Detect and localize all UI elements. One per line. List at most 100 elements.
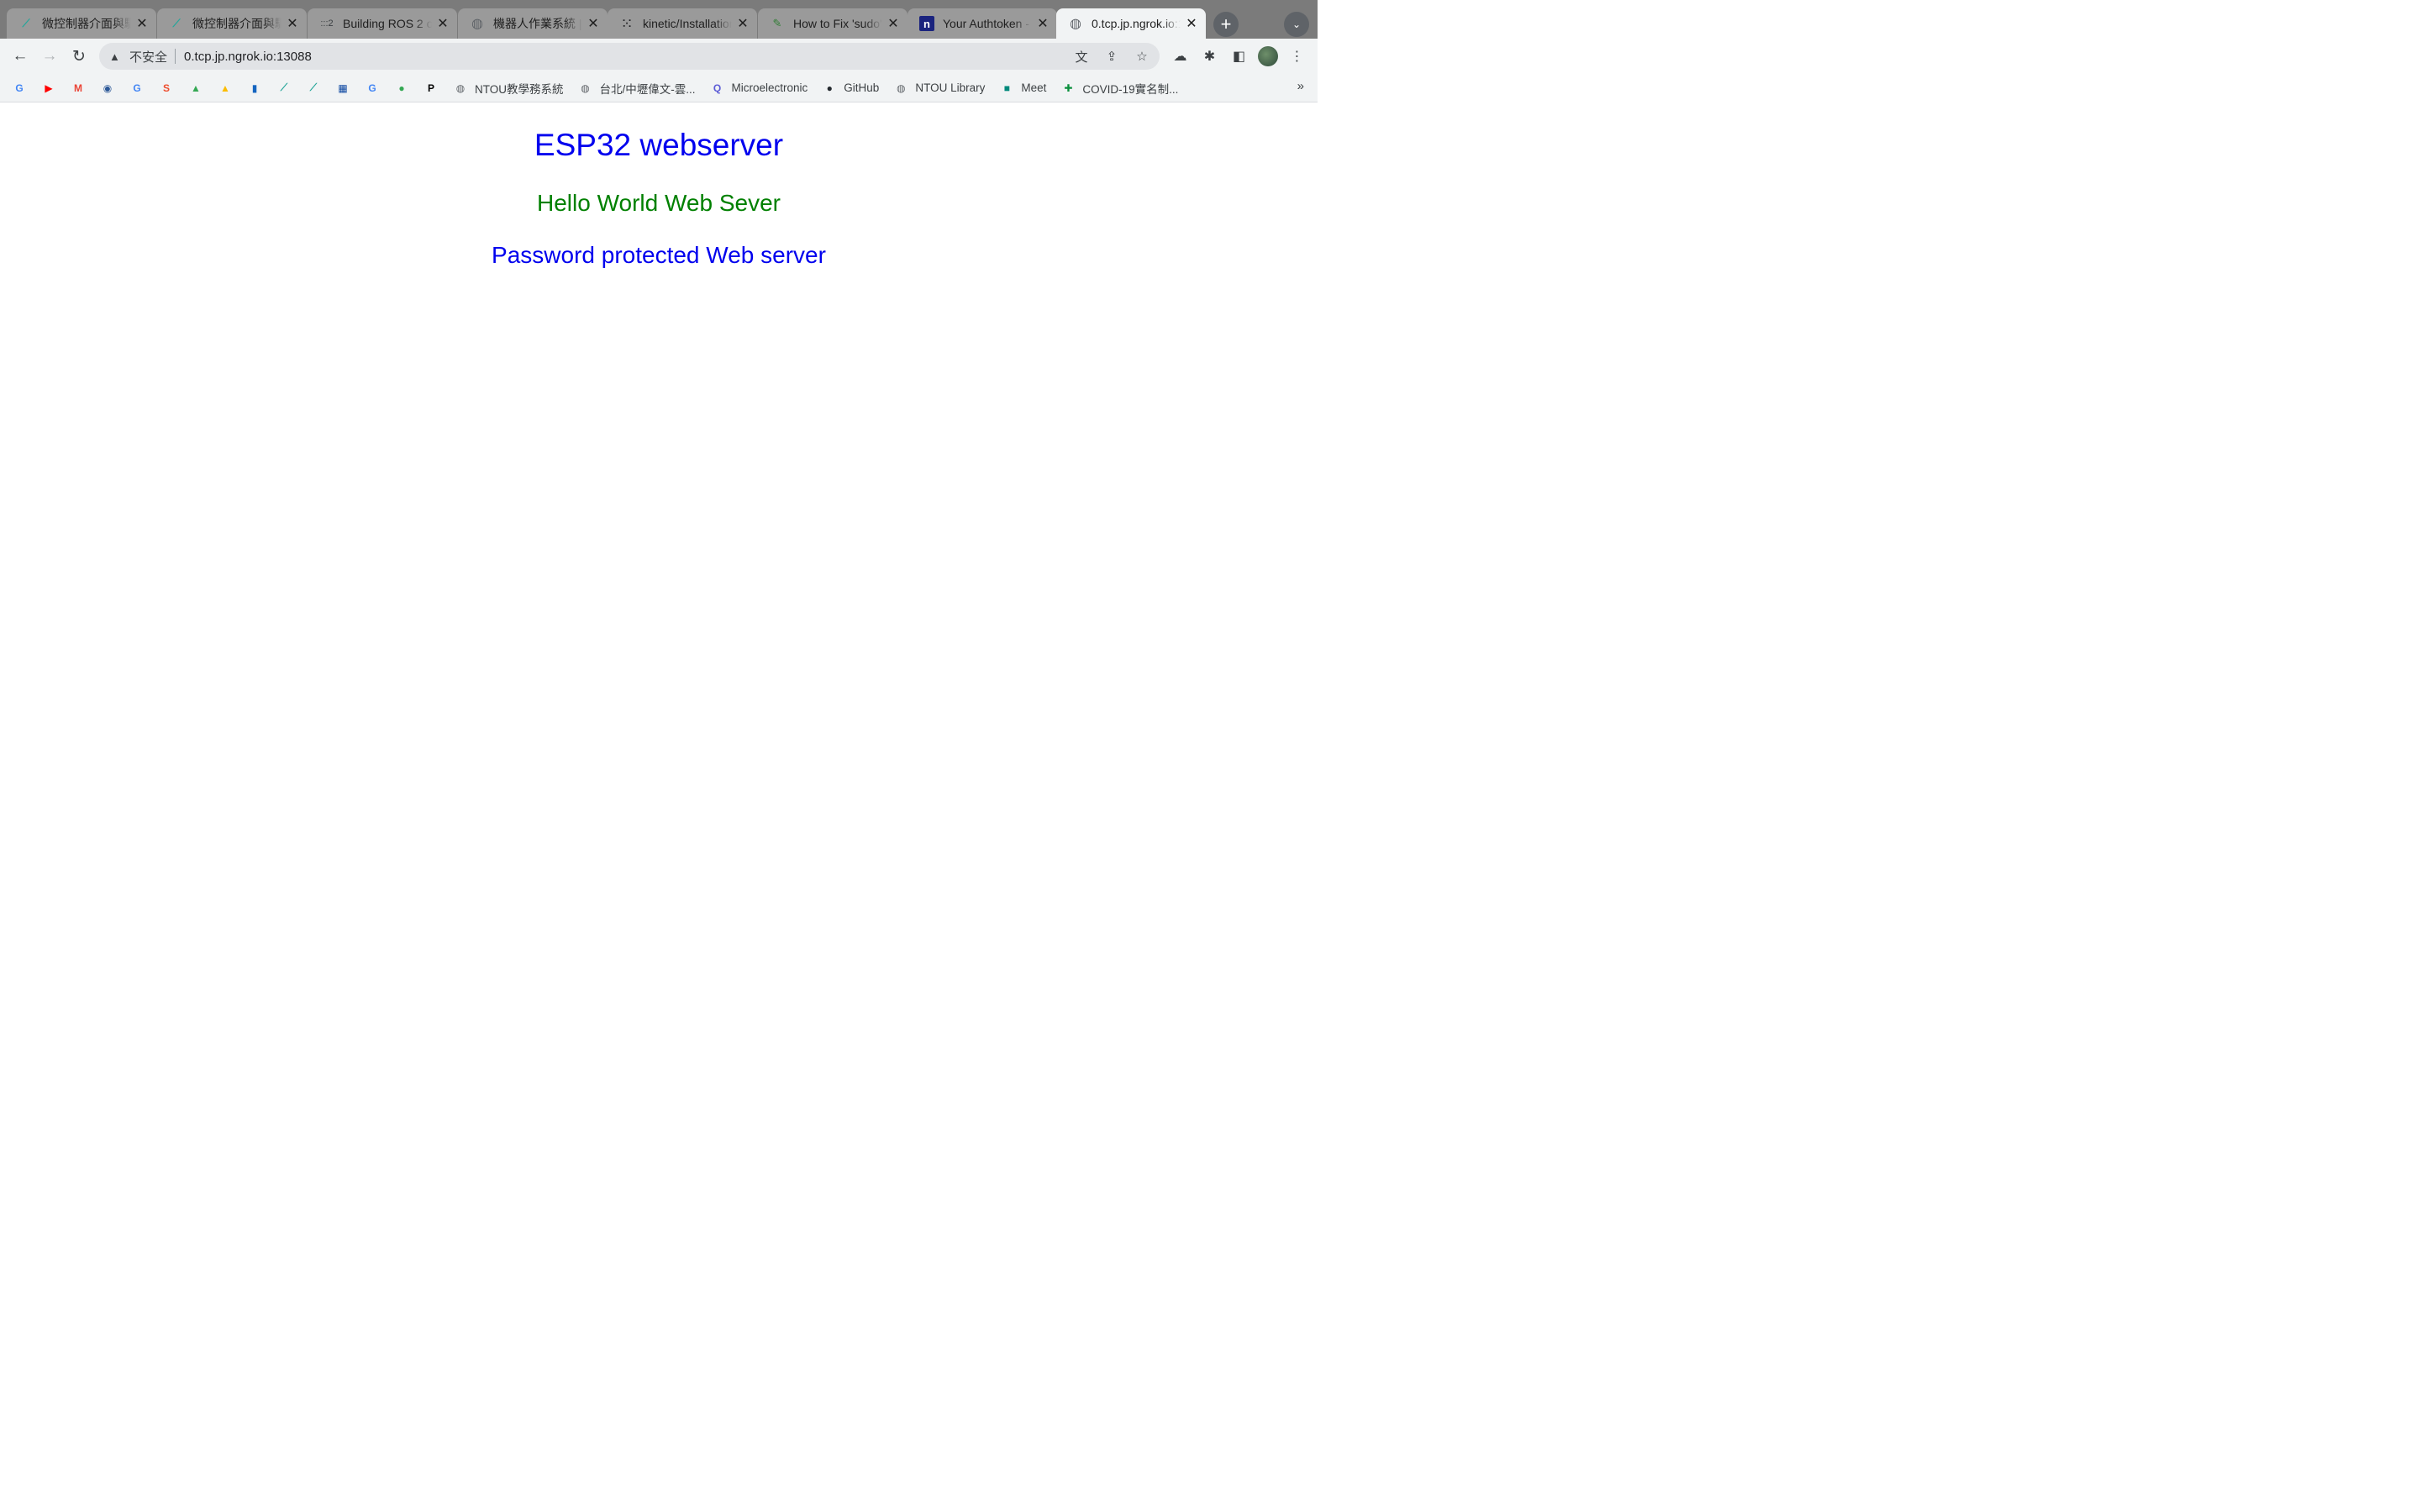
back-button[interactable]: ←	[8, 45, 32, 68]
tab-title: 機器人作業系統 | R	[493, 17, 582, 30]
bookmark-item[interactable]: ◍ NTOU Library	[893, 77, 985, 99]
shopee-icon: S	[162, 81, 170, 94]
tab-title: 0.tcp.jp.ngrok.io:13088	[1092, 17, 1181, 30]
bookmark-star-icon[interactable]: ☆	[1133, 47, 1151, 66]
bookmark-item[interactable]: ◉	[100, 77, 115, 99]
security-label[interactable]: 不安全	[129, 48, 167, 66]
bookmark-item[interactable]: ▶	[41, 77, 56, 99]
building-icon: ▦	[338, 81, 348, 94]
close-icon[interactable]: ✕	[285, 16, 300, 31]
tab-search-button[interactable]: ⌄	[1284, 12, 1309, 37]
menu-kebab-icon[interactable]: ⋮	[1286, 45, 1307, 68]
tab[interactable]: n Your Authtoken - ✕	[908, 8, 1057, 39]
close-icon[interactable]: ✕	[134, 16, 150, 31]
tab-title: 微控制器介面與驅動	[42, 17, 131, 30]
tab[interactable]: ✎ How to Fix 'sudo' ✕	[758, 8, 908, 39]
globe-icon: ◍	[581, 81, 590, 94]
bookmark-item[interactable]: ■ Meet	[999, 77, 1047, 99]
tab[interactable]: :::2 Building ROS 2 on ✕	[308, 8, 457, 39]
bookmark-item[interactable]: ⟋	[306, 77, 321, 99]
bookmark-item[interactable]: G	[12, 77, 27, 99]
forward-button[interactable]: →	[38, 45, 61, 68]
bookmark-item[interactable]: ▮	[247, 77, 262, 99]
close-icon[interactable]: ✕	[1184, 16, 1199, 31]
bookmark-label: Microelectronic	[731, 81, 808, 94]
tab[interactable]: ⁙ kinetic/Installation ✕	[608, 8, 757, 39]
extension-cloud-icon[interactable]: ☁	[1170, 45, 1191, 68]
divider	[175, 49, 176, 64]
google-icon: G	[15, 81, 24, 94]
pen-logo-icon: ⟋	[22, 17, 30, 29]
bookmarks-bar: G ▶ M ◉ G S ▲ ▲ ▮ ⟋ ⟋ ▦ G ● P ◍ NTOU教學務系統 ◍ 台北/中壢偉文-雲... Q M…	[0, 74, 1318, 102]
close-icon[interactable]: ✕	[886, 16, 901, 31]
bookmark-item[interactable]: ◍ 台北/中壢偉文-雲...	[578, 77, 696, 99]
bookmark-item[interactable]: G	[129, 77, 145, 99]
feather-icon: ✎	[772, 17, 782, 29]
bookmark-item[interactable]: S	[159, 77, 174, 99]
bookmark-item[interactable]: Q Microelectronic	[710, 77, 808, 99]
close-icon[interactable]: ✕	[1035, 16, 1050, 31]
bookmark-item[interactable]: P	[424, 77, 439, 99]
browser-toolbar: ← → ↻ ▲ 不安全 0.tcp.jp.ngrok.io:13088 文 ⇪ …	[0, 39, 1318, 74]
close-icon[interactable]: ✕	[586, 16, 601, 31]
bookmark-item[interactable]: ●	[394, 77, 409, 99]
maps-pin-icon: ●	[398, 81, 405, 94]
close-icon[interactable]: ✕	[735, 16, 750, 31]
close-icon[interactable]: ✕	[435, 16, 450, 31]
bookmark-item[interactable]: ● GitHub	[822, 77, 880, 99]
avatar[interactable]	[1258, 46, 1278, 66]
bookmark-item[interactable]: ▦	[335, 77, 350, 99]
page-title: ESP32 webserver	[534, 128, 784, 162]
bookmark-item[interactable]: ▲	[188, 77, 203, 99]
tab[interactable]: ◍ 機器人作業系統 | R ✕	[458, 8, 608, 39]
drive-icon: ▲	[220, 81, 230, 94]
dot-grid-icon: ⁙	[620, 14, 634, 32]
tab[interactable]: ⟋ 微控制器介面與驅動✕	[7, 8, 156, 39]
q-logo-icon: Q	[713, 81, 722, 94]
bookmark-label: NTOU Library	[915, 81, 986, 94]
reload-button[interactable]: ↻	[67, 45, 91, 68]
bookmark-item[interactable]: M	[71, 77, 86, 99]
new-tab-button[interactable]: +	[1213, 12, 1239, 37]
more-bookmarks-icon[interactable]: »	[1297, 79, 1304, 93]
bookmark-label: 台北/中壢偉文-雲...	[599, 82, 696, 96]
tab-title: Building ROS 2 on	[343, 17, 432, 30]
eye-logo-icon: ◉	[103, 81, 113, 94]
globe-icon: ◍	[1070, 17, 1081, 31]
web-page: ESP32 webserver Hello World Web Sever Pa…	[0, 102, 1318, 823]
p-logo-icon: P	[427, 81, 434, 94]
arrow-left-icon: ←	[12, 47, 29, 65]
url-text[interactable]: 0.tcp.jp.ngrok.io:13088	[184, 50, 312, 64]
pen-logo-icon: ⟋	[309, 81, 318, 93]
translate-icon: G	[368, 81, 376, 94]
meet-icon: ■	[1003, 81, 1010, 94]
warning-icon[interactable]: ▲	[109, 50, 123, 63]
gmail-icon: M	[74, 81, 82, 94]
covid-logo-icon: ✚	[1064, 81, 1073, 94]
bookmark-item[interactable]: G	[365, 77, 380, 99]
side-panel-icon[interactable]: ◧	[1228, 45, 1249, 68]
bookmark-item[interactable]: ✚ COVID-19實名制...	[1060, 77, 1178, 99]
github-icon: ●	[826, 81, 833, 94]
bookmark-item[interactable]: ⟋	[276, 77, 292, 99]
bookmark-item[interactable]: ▲	[218, 77, 233, 99]
address-bar[interactable]: ▲ 不安全 0.tcp.jp.ngrok.io:13088 文 ⇪ ☆	[99, 43, 1160, 70]
bookmark-item[interactable]: ◍ NTOU教學務系統	[453, 77, 564, 99]
tab-strip: ⟋微控制器介面與驅動✕⟋微控制器介面與驅動✕:::2Building ROS 2…	[0, 0, 1318, 39]
password-note: Password protected Web server	[492, 242, 826, 268]
extensions-puzzle-icon[interactable]: ✱	[1199, 45, 1220, 68]
tab[interactable]: ⟋微控制器介面與驅動✕	[157, 8, 307, 39]
bookmark-label: GitHub	[844, 81, 880, 94]
globe-icon: ◍	[455, 81, 466, 94]
share-icon[interactable]: ⇪	[1102, 47, 1121, 66]
pen-logo-icon: ⟋	[172, 17, 181, 29]
pen-logo-icon: ⟋	[280, 81, 288, 93]
tab-title: Your Authtoken -	[943, 17, 1030, 30]
youtube-icon: ▶	[45, 81, 53, 94]
bookmark-label: COVID-19實名制...	[1082, 82, 1179, 96]
google-icon: G	[133, 81, 141, 94]
tab[interactable]: ◍ 0.tcp.jp.ngrok.io:13088✕	[1056, 8, 1206, 39]
translate-icon[interactable]: 文	[1072, 47, 1091, 66]
grid-dots-icon: :::2	[320, 18, 334, 29]
arrow-right-icon: →	[41, 47, 58, 65]
